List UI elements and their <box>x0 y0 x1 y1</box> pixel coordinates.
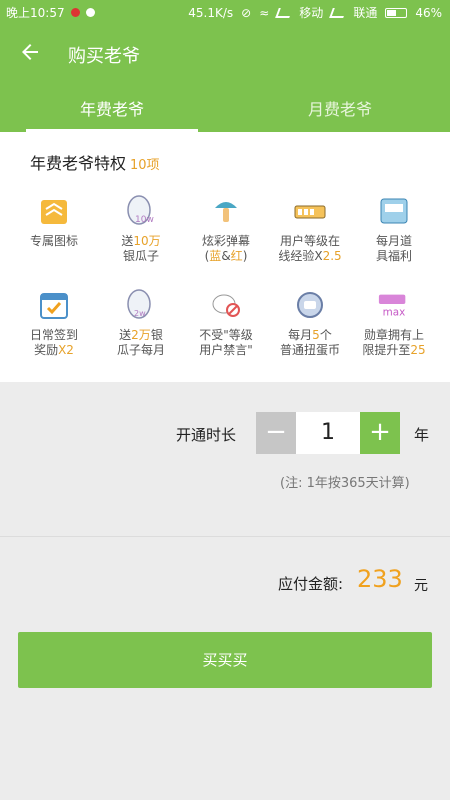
battery-level: 46% <box>415 5 442 20</box>
privilege-label: 炫彩弹幕 (蓝&红) <box>201 234 250 263</box>
privileges-panel: 年费老爷特权 10项 专属图标 10w 送10万 银瓜子 炫彩弹幕 (蓝&红) … <box>0 132 450 382</box>
privilege-item: 10w 送10万 银瓜子 <box>96 194 186 264</box>
no-ban-icon <box>209 288 243 322</box>
wifi-icon: ≈ <box>259 5 270 20</box>
privilege-item: max 勋章拥有上 限提升至25 <box>349 288 439 358</box>
carrier-1: 移动 <box>299 6 324 20</box>
payment-unit: 元 <box>414 578 428 594</box>
privilege-item: 不受"等级 用户禁言" <box>181 288 271 358</box>
duration-label: 开通时长 <box>176 426 237 444</box>
svg-text:2w: 2w <box>134 309 146 318</box>
privilege-label: 每月5个 普通扭蛋币 <box>279 328 340 357</box>
privileges-count: 10项 <box>130 158 160 173</box>
danmaku-mushroom-icon <box>209 194 243 228</box>
app-bar: 购买老爷 <box>0 26 450 82</box>
duration-note: (注: 1年按365天计算) <box>280 476 410 491</box>
payment-row: 应付金额: 233 元 <box>0 565 450 597</box>
tab-bar: 年费老爷 月费老爷 <box>0 90 450 132</box>
privilege-item: 日常签到 奖励X2 <box>9 288 99 358</box>
carrier-2: 联通 <box>353 6 378 20</box>
buy-button[interactable]: 买买买 <box>18 632 432 688</box>
signal-icon-1 <box>275 7 294 18</box>
exclusive-badge-icon <box>37 194 71 228</box>
privilege-label: 日常签到 奖励X2 <box>29 328 78 357</box>
silver-melon-seeds-icon: 10w <box>124 194 158 228</box>
calendar-check-icon <box>37 288 71 322</box>
top-header: 晚上10:57 45.1K/s ⊘ ≈ 移动 联通 46% 购买老爷 年费老爷 … <box>0 0 450 132</box>
payment-amount: 233 <box>357 565 403 593</box>
monthly-gift-icon <box>377 194 411 228</box>
svg-text:max: max <box>383 306 406 318</box>
notification-icon <box>70 8 80 17</box>
privilege-label: 每月道 具福利 <box>375 234 412 263</box>
tab-annual[interactable]: 年费老爷 <box>26 90 198 132</box>
divider <box>0 536 450 537</box>
gacha-coin-icon <box>293 288 327 322</box>
privilege-label: 送2万银 瓜子每月 <box>116 328 165 357</box>
privilege-item: 2w 送2万银 瓜子每月 <box>96 288 186 358</box>
privilege-label: 送10万 银瓜子 <box>121 234 161 263</box>
decrease-button[interactable]: − <box>256 412 296 454</box>
status-time: 晚上10:57 <box>6 6 65 20</box>
network-speed: 45.1K/s <box>188 5 234 20</box>
privilege-item: 炫彩弹幕 (蓝&红) <box>181 194 271 264</box>
duration-row: 开通时长 − 1 + 年 <box>0 412 450 456</box>
privilege-item: 每月5个 普通扭蛋币 <box>265 288 355 358</box>
privilege-label: 用户等级在 线经验X2.5 <box>278 234 342 263</box>
duration-unit: 年 <box>414 426 430 444</box>
back-arrow-icon[interactable] <box>18 40 46 68</box>
svg-text:10w: 10w <box>135 215 154 225</box>
battery-icon <box>385 7 408 18</box>
page-title: 购买老爷 <box>68 46 140 67</box>
payment-label: 应付金额: <box>278 575 344 593</box>
privileges-title: 年费老爷特权 10项 <box>30 150 160 174</box>
status-bar: 晚上10:57 45.1K/s ⊘ ≈ 移动 联通 46% <box>0 0 450 22</box>
medal-max-icon: max <box>377 288 411 322</box>
silver-2w-icon: 2w <box>124 288 158 322</box>
privileges-title-text: 年费老爷特权 <box>30 154 127 173</box>
privilege-label: 不受"等级 用户禁言" <box>199 328 253 357</box>
level-bar-icon <box>293 194 327 228</box>
privilege-label: 专属图标 <box>29 234 78 248</box>
privilege-item: 专属图标 <box>9 194 99 249</box>
tab-monthly[interactable]: 月费老爷 <box>254 90 426 132</box>
privilege-item: 用户等级在 线经验X2.5 <box>265 194 355 264</box>
increase-button[interactable]: + <box>360 412 400 454</box>
quantity-value[interactable]: 1 <box>296 412 360 454</box>
app-notification-icon <box>85 8 95 17</box>
privilege-label: 勋章拥有上 限提升至25 <box>362 328 426 357</box>
signal-icon-2 <box>329 7 348 18</box>
no-alarm-icon: ⊘ <box>241 5 252 20</box>
privilege-item: 每月道 具福利 <box>349 194 439 264</box>
